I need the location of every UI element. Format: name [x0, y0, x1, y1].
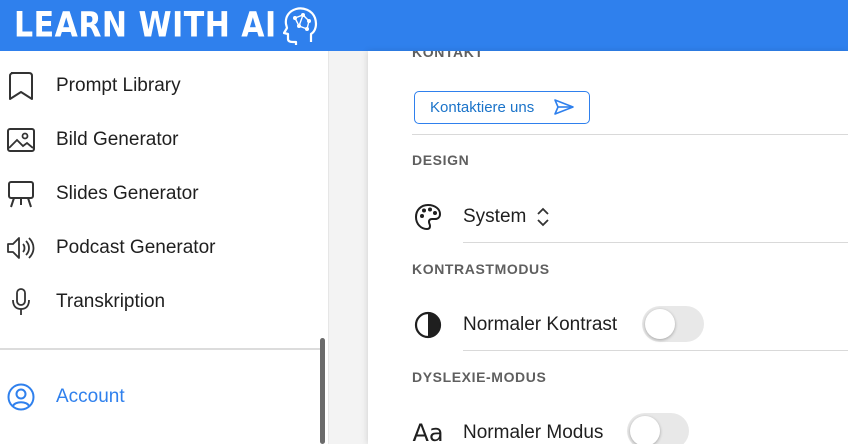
settings-panel: KONTAKT Kontaktiere uns DESIGN System KO…: [368, 51, 848, 444]
sidebar-item-label: Prompt Library: [56, 75, 181, 96]
section-title-kontakt: KONTAKT: [412, 51, 484, 60]
bookmark-icon: [6, 71, 36, 101]
sidebar-item-podcast-generator[interactable]: Podcast Generator: [0, 221, 320, 275]
toggle-knob: [645, 309, 675, 339]
section-title-kontrastmodus: KONTRASTMODUS: [412, 261, 550, 277]
ai-head-circuit-icon: [282, 6, 319, 46]
divider: [412, 134, 848, 135]
section-title-dyslexie-modus: DYSLEXIE-MODUS: [412, 369, 547, 385]
toggle-knob: [630, 416, 660, 444]
sidebar-scrollbar[interactable]: [320, 338, 325, 444]
design-value[interactable]: System: [463, 206, 526, 228]
send-icon: [553, 98, 575, 120]
microphone-icon: [6, 287, 36, 317]
dyslexia-mode-label: Normaler Modus: [463, 422, 604, 443]
section-title-design: DESIGN: [412, 152, 470, 168]
contrast-toggle[interactable]: [642, 306, 704, 342]
palette-icon: [412, 201, 444, 233]
brand-logo-text[interactable]: LEARN WITH AI: [14, 8, 277, 43]
contact-us-label: Kontaktiere uns: [430, 99, 535, 116]
sidebar-item-label: Account: [56, 386, 125, 407]
sidebar-item-bild-generator[interactable]: Bild Generator: [0, 113, 320, 167]
speaker-icon: [6, 233, 36, 263]
chevron-up-down-icon[interactable]: [536, 207, 550, 232]
dyslexia-toggle[interactable]: [627, 413, 689, 444]
font-aa-icon: Aa: [412, 419, 444, 444]
sidebar-item-prompt-library[interactable]: Prompt Library: [0, 59, 320, 113]
contrast-icon: [412, 309, 444, 341]
sidebar-item-account[interactable]: Account: [0, 370, 320, 424]
sidebar-item-label: Podcast Generator: [56, 237, 216, 258]
sidebar-item-label: Bild Generator: [56, 129, 179, 150]
sidebar-item-label: Transkription: [56, 291, 166, 312]
sidebar-item-transkription[interactable]: Transkription: [0, 275, 320, 329]
sidebar-item-label: Slides Generator: [56, 183, 199, 204]
divider: [463, 350, 848, 351]
sidebar-divider: [0, 348, 320, 350]
top-bar: LEARN WITH AI: [0, 0, 848, 51]
presentation-easel-icon: [6, 179, 36, 209]
image-icon: [6, 125, 36, 155]
contact-us-button[interactable]: Kontaktiere uns: [414, 91, 590, 124]
sidebar-item-slides-generator[interactable]: Slides Generator: [0, 167, 320, 221]
account-circle-icon: [6, 382, 36, 412]
sidebar-nav: Prompt Library Bild Generator Slides Gen…: [0, 51, 329, 444]
divider: [463, 242, 848, 243]
contrast-mode-label: Normaler Kontrast: [463, 314, 618, 335]
